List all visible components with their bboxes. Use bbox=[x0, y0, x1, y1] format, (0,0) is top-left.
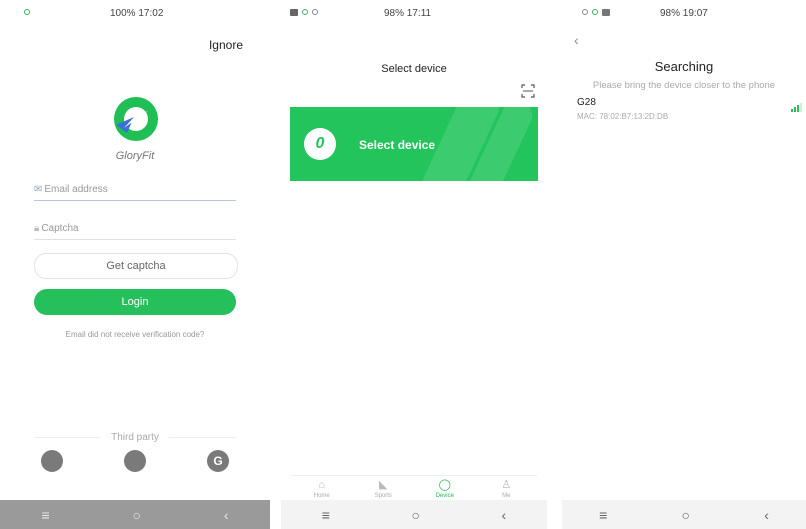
google-icon[interactable]: G bbox=[207, 450, 229, 472]
page-title: Searching bbox=[654, 59, 714, 74]
email-field[interactable]: ✉ Email address bbox=[34, 178, 236, 201]
menu-icon[interactable]: ≡ bbox=[41, 507, 49, 523]
mail-icon: ✉ bbox=[34, 183, 43, 195]
signal-strength-icon bbox=[791, 103, 802, 112]
status-time: 100% 17:02 bbox=[110, 8, 164, 19]
select-device-banner[interactable]: 0 Select device bbox=[290, 107, 538, 181]
captcha-field[interactable]: 🔒︎ Captcha bbox=[34, 217, 236, 240]
sync-icon bbox=[582, 9, 588, 15]
system-navbar: ≡ ○ ‹ bbox=[0, 500, 270, 529]
get-captcha-button[interactable]: Get captcha bbox=[34, 253, 238, 279]
home-icon: ⌂ bbox=[318, 479, 326, 491]
back-icon[interactable]: ‹ bbox=[224, 507, 229, 523]
person-icon: ♙ bbox=[501, 479, 512, 491]
band-icon: ◯ bbox=[438, 479, 451, 491]
image-notification-icon bbox=[290, 9, 298, 16]
lock-icon: 🔒︎ bbox=[34, 222, 40, 234]
back-icon[interactable]: ‹ bbox=[764, 507, 769, 523]
page-title: Select device bbox=[381, 63, 447, 75]
back-icon[interactable]: ‹ bbox=[502, 507, 507, 523]
brand-name: GloryFit bbox=[115, 150, 155, 162]
menu-icon[interactable]: ≡ bbox=[599, 507, 607, 523]
location-icon bbox=[302, 9, 308, 15]
status-time: 98% 19:07 bbox=[660, 8, 708, 19]
ignore-button[interactable]: Ignore bbox=[209, 38, 243, 52]
watch-band-icon: 0 bbox=[304, 128, 336, 160]
scan-icon[interactable] bbox=[521, 84, 535, 98]
qq-icon[interactable] bbox=[41, 450, 63, 472]
status-bar: 98% 17:11 bbox=[281, 6, 547, 24]
device-mac: MAC: 78:02:B7:13:2D:DB bbox=[577, 112, 669, 121]
status-bar: 98% 19:07 bbox=[562, 6, 806, 24]
location-icon bbox=[24, 9, 30, 15]
tab-me[interactable]: ♙ Me bbox=[476, 476, 538, 502]
status-time: 98% 17:11 bbox=[384, 8, 432, 19]
sync-icon bbox=[312, 9, 318, 15]
menu-icon[interactable]: ≡ bbox=[322, 507, 330, 523]
tab-sports[interactable]: ◣ Sports bbox=[353, 476, 415, 502]
system-navbar: ≡ ○ ‹ bbox=[281, 500, 547, 529]
select-device-screen: 98% 17:11 Select device 0 Select device … bbox=[281, 0, 547, 529]
home-circle-icon[interactable]: ○ bbox=[133, 507, 141, 523]
back-arrow-icon[interactable]: ‹ bbox=[574, 32, 579, 48]
search-hint: Please bring the device closer to the ph… bbox=[592, 80, 776, 91]
gloryfit-logo-icon bbox=[114, 97, 158, 141]
tab-home[interactable]: ⌂ Home bbox=[291, 476, 353, 502]
device-name: G28 bbox=[577, 97, 596, 108]
third-party-label: Third party bbox=[111, 431, 159, 443]
sneaker-icon: ◣ bbox=[379, 479, 388, 491]
wechat-icon[interactable] bbox=[124, 450, 146, 472]
banner-label: Select device bbox=[359, 138, 436, 152]
tab-device[interactable]: ◯ Device bbox=[414, 476, 476, 502]
message-icon bbox=[602, 9, 610, 16]
email-placeholder: Email address bbox=[44, 183, 108, 195]
captcha-placeholder: Captcha bbox=[41, 222, 79, 234]
home-circle-icon[interactable]: ○ bbox=[412, 507, 420, 523]
home-circle-icon[interactable]: ○ bbox=[682, 507, 690, 523]
bottom-tab-bar: ⌂ Home ◣ Sports ◯ Device ♙ Me bbox=[291, 475, 537, 502]
status-bar: 100% 17:02 bbox=[0, 6, 270, 24]
location-icon bbox=[592, 9, 598, 15]
system-navbar: ≡ ○ ‹ bbox=[562, 500, 806, 529]
login-screen: 100% 17:02 Ignore GloryFit ✉ Email addre… bbox=[0, 0, 270, 529]
captcha-help-link[interactable]: Email did not receive verification code? bbox=[0, 330, 270, 339]
login-button[interactable]: Login bbox=[34, 289, 236, 315]
searching-screen: 98% 19:07 ‹ Searching Please bring the d… bbox=[562, 0, 806, 529]
third-party-divider: Third party bbox=[34, 430, 237, 444]
